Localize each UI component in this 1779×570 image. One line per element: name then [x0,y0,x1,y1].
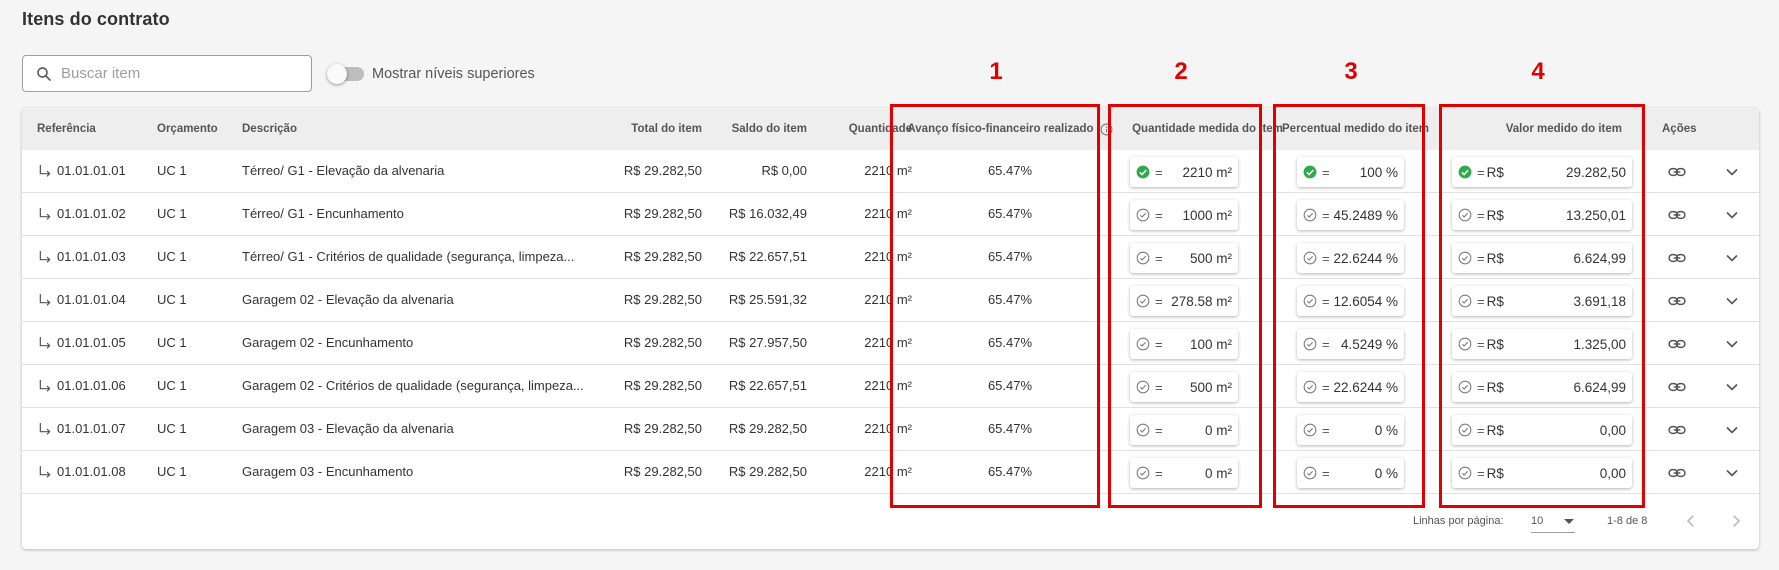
col-referencia[interactable]: Referência [37,108,96,150]
row-saldo: R$ 22.657,51 [728,378,807,393]
annotation-number-2: 2 [1174,58,1188,85]
subdirectory-arrow-icon [39,423,51,435]
row-reference: 01.01.01.08 [37,451,126,493]
annotation-number-1: 1 [989,58,1003,85]
rows-per-page-label: Linhas por página: [1413,515,1504,527]
subdirectory-arrow-icon [39,294,51,306]
row-descricao: Garagem 03 - Encunhamento [242,464,414,479]
link-icon[interactable] [1667,162,1687,182]
subdirectory-arrow-icon [39,380,51,392]
chevron-down-icon[interactable] [1722,248,1742,268]
row-saldo: R$ 29.282,50 [728,421,807,436]
row-descricao: Garagem 02 - Elevação da alvenaria [242,292,454,307]
row-reference: 01.01.01.07 [37,408,126,450]
row-orcamento: UC 1 [157,249,187,264]
link-icon[interactable] [1667,334,1687,354]
row-reference: 01.01.01.04 [37,279,126,321]
search-icon [37,66,51,81]
row-reference: 01.01.01.05 [37,322,126,364]
row-saldo: R$ 16.032,49 [728,206,807,221]
rows-per-page-value: 10 [1531,514,1544,527]
toggle-show-upper-levels[interactable]: Mostrar níveis superiores [327,64,535,84]
subdirectory-arrow-icon [39,165,51,177]
link-icon[interactable] [1667,205,1687,225]
link-icon[interactable] [1667,248,1687,268]
subdirectory-arrow-icon [39,466,51,478]
row-saldo: R$ 27.957,50 [728,335,807,350]
row-saldo: R$ 22.657,51 [728,249,807,264]
row-descricao: Garagem 02 - Encunhamento [242,335,414,350]
row-reference-text: 01.01.01.03 [57,249,126,264]
row-descricao: Térreo/ G1 - Elevação da alvenaria [242,163,445,178]
row-orcamento: UC 1 [157,378,187,393]
link-icon[interactable] [1667,291,1687,311]
subdirectory-arrow-icon [39,208,51,220]
subdirectory-arrow-icon [39,337,51,349]
col-saldo[interactable]: Saldo do item [672,108,807,150]
row-reference-text: 01.01.01.07 [57,421,126,436]
annotation-number-4: 4 [1531,58,1545,85]
toggle-switch[interactable] [327,64,364,84]
row-descricao: Térreo/ G1 - Critérios de qualidade (seg… [242,249,575,264]
chevron-down-icon[interactable] [1722,420,1742,440]
next-page-icon[interactable] [1727,512,1745,530]
row-orcamento: UC 1 [157,163,187,178]
annotation-number-3: 3 [1344,58,1358,85]
row-reference-text: 01.01.01.04 [57,292,126,307]
row-saldo: R$ 25.591,32 [728,292,807,307]
col-acoes: Ações [1662,123,1697,135]
row-reference-text: 01.01.01.01 [57,163,126,178]
subdirectory-arrow-icon [39,251,51,263]
annotation-box-3 [1273,104,1425,508]
row-orcamento: UC 1 [157,292,187,307]
row-saldo: R$ 29.282,50 [728,464,807,479]
row-orcamento: UC 1 [157,335,187,350]
prev-page-icon[interactable] [1682,512,1700,530]
pagination-range: 1-8 de 8 [1607,515,1648,527]
link-icon[interactable] [1667,420,1687,440]
row-orcamento: UC 1 [157,206,187,221]
row-descricao: Térreo/ G1 - Encunhamento [242,206,404,221]
row-reference: 01.01.01.02 [37,193,126,235]
chevron-down-icon[interactable] [1722,334,1742,354]
page-title: Itens do contrato [22,9,170,29]
row-orcamento: UC 1 [157,464,187,479]
toggle-knob [327,64,347,84]
col-descricao[interactable]: Descrição [242,108,297,150]
row-reference-text: 01.01.01.08 [57,464,126,479]
chevron-down-icon[interactable] [1722,162,1742,182]
chevron-down-icon[interactable] [1722,291,1742,311]
link-icon[interactable] [1667,463,1687,483]
annotation-box-4 [1439,104,1645,508]
row-reference-text: 01.01.01.06 [57,378,126,393]
row-reference-text: 01.01.01.02 [57,206,126,221]
annotation-box-2 [1108,104,1262,508]
row-reference: 01.01.01.01 [37,150,126,192]
row-saldo: R$ 0,00 [761,163,807,178]
chevron-down-icon[interactable] [1722,377,1742,397]
row-orcamento: UC 1 [157,421,187,436]
row-reference: 01.01.01.03 [37,236,126,278]
row-descricao: Garagem 03 - Elevação da alvenaria [242,421,454,436]
search-input[interactable] [61,65,301,82]
annotation-box-1 [890,104,1100,508]
row-reference: 01.01.01.06 [37,365,126,407]
row-descricao: Garagem 02 - Critérios de qualidade (seg… [242,378,584,393]
rows-per-page-select[interactable]: 10 [1531,509,1575,533]
search-field[interactable] [22,55,312,92]
col-orcamento[interactable]: Orçamento [157,108,218,150]
dropdown-arrow-icon [1564,518,1574,524]
row-reference-text: 01.01.01.05 [57,335,126,350]
link-icon[interactable] [1667,377,1687,397]
chevron-down-icon[interactable] [1722,463,1742,483]
toggle-label: Mostrar níveis superiores [372,66,535,82]
chevron-down-icon[interactable] [1722,205,1742,225]
